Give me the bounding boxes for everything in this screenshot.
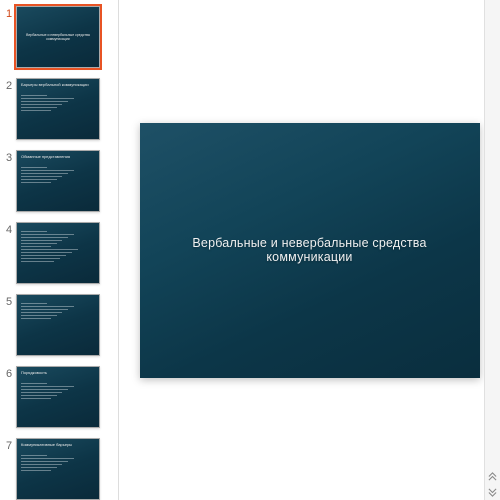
slide-thumbnail[interactable]: Барьеры вербальной коммуникации: [16, 78, 100, 140]
thumbnail-body-preview: [21, 455, 95, 473]
thumbnail-row: 6 Порядковость: [0, 364, 118, 436]
prev-slide-button[interactable]: [485, 468, 500, 484]
slide-thumbnail[interactable]: Порядковость: [16, 366, 100, 428]
slide-thumbnails-panel[interactable]: 1 Вербальные и невербальные средства комм…: [0, 0, 119, 500]
down-double-chevron-icon: [488, 488, 497, 497]
slide-thumbnail[interactable]: Вербальные и невербальные средства комму…: [16, 6, 100, 68]
thumbnail-title: Обманные представления: [21, 155, 95, 160]
thumbnail-number: 1: [2, 6, 16, 20]
thumbnail-number: 6: [2, 366, 16, 380]
stage-vertical-scrollbar[interactable]: [484, 0, 500, 500]
thumbnail-body-preview: [21, 231, 95, 264]
thumbnail-row: 5: [0, 292, 118, 364]
slide-thumbnail[interactable]: [16, 294, 100, 356]
thumbnail-body-preview: [21, 303, 95, 321]
slide-thumbnail[interactable]: Коммуникативные барьеры: [16, 438, 100, 500]
thumbnail-title: Коммуникативные барьеры: [21, 443, 95, 448]
thumbnail-row: 3 Обманные представления: [0, 148, 118, 220]
up-double-chevron-icon: [488, 472, 497, 481]
slide-editor-area: Вербальные и невербальные средства комму…: [119, 0, 500, 500]
thumbnail-number: 5: [2, 294, 16, 308]
thumbnail-body-preview: [21, 95, 95, 113]
thumbnail-title: Вербальные и невербальные средства комму…: [21, 33, 95, 41]
current-slide[interactable]: Вербальные и невербальные средства комму…: [140, 123, 480, 378]
slide-thumbnail[interactable]: [16, 222, 100, 284]
thumbnail-row: 2 Барьеры вербальной коммуникации: [0, 76, 118, 148]
thumbnail-number: 3: [2, 150, 16, 164]
thumbnail-row: 4: [0, 220, 118, 292]
thumbnail-number: 2: [2, 78, 16, 92]
thumbnail-title: Порядковость: [21, 371, 95, 376]
thumbnail-row: 7 Коммуникативные барьеры: [0, 436, 118, 500]
thumbnail-title: Барьеры вербальной коммуникации: [21, 83, 95, 88]
thumbnail-body-preview: [21, 167, 95, 185]
thumbnail-body-preview: [21, 383, 95, 401]
thumbnail-number: 7: [2, 438, 16, 452]
slide-thumbnail[interactable]: Обманные представления: [16, 150, 100, 212]
slide-title-text[interactable]: Вербальные и невербальные средства комму…: [140, 236, 480, 264]
slide-stage[interactable]: Вербальные и невербальные средства комму…: [119, 0, 500, 500]
thumbnail-number: 4: [2, 222, 16, 236]
thumbnail-row: 1 Вербальные и невербальные средства комм…: [0, 4, 118, 76]
next-slide-button[interactable]: [485, 484, 500, 500]
